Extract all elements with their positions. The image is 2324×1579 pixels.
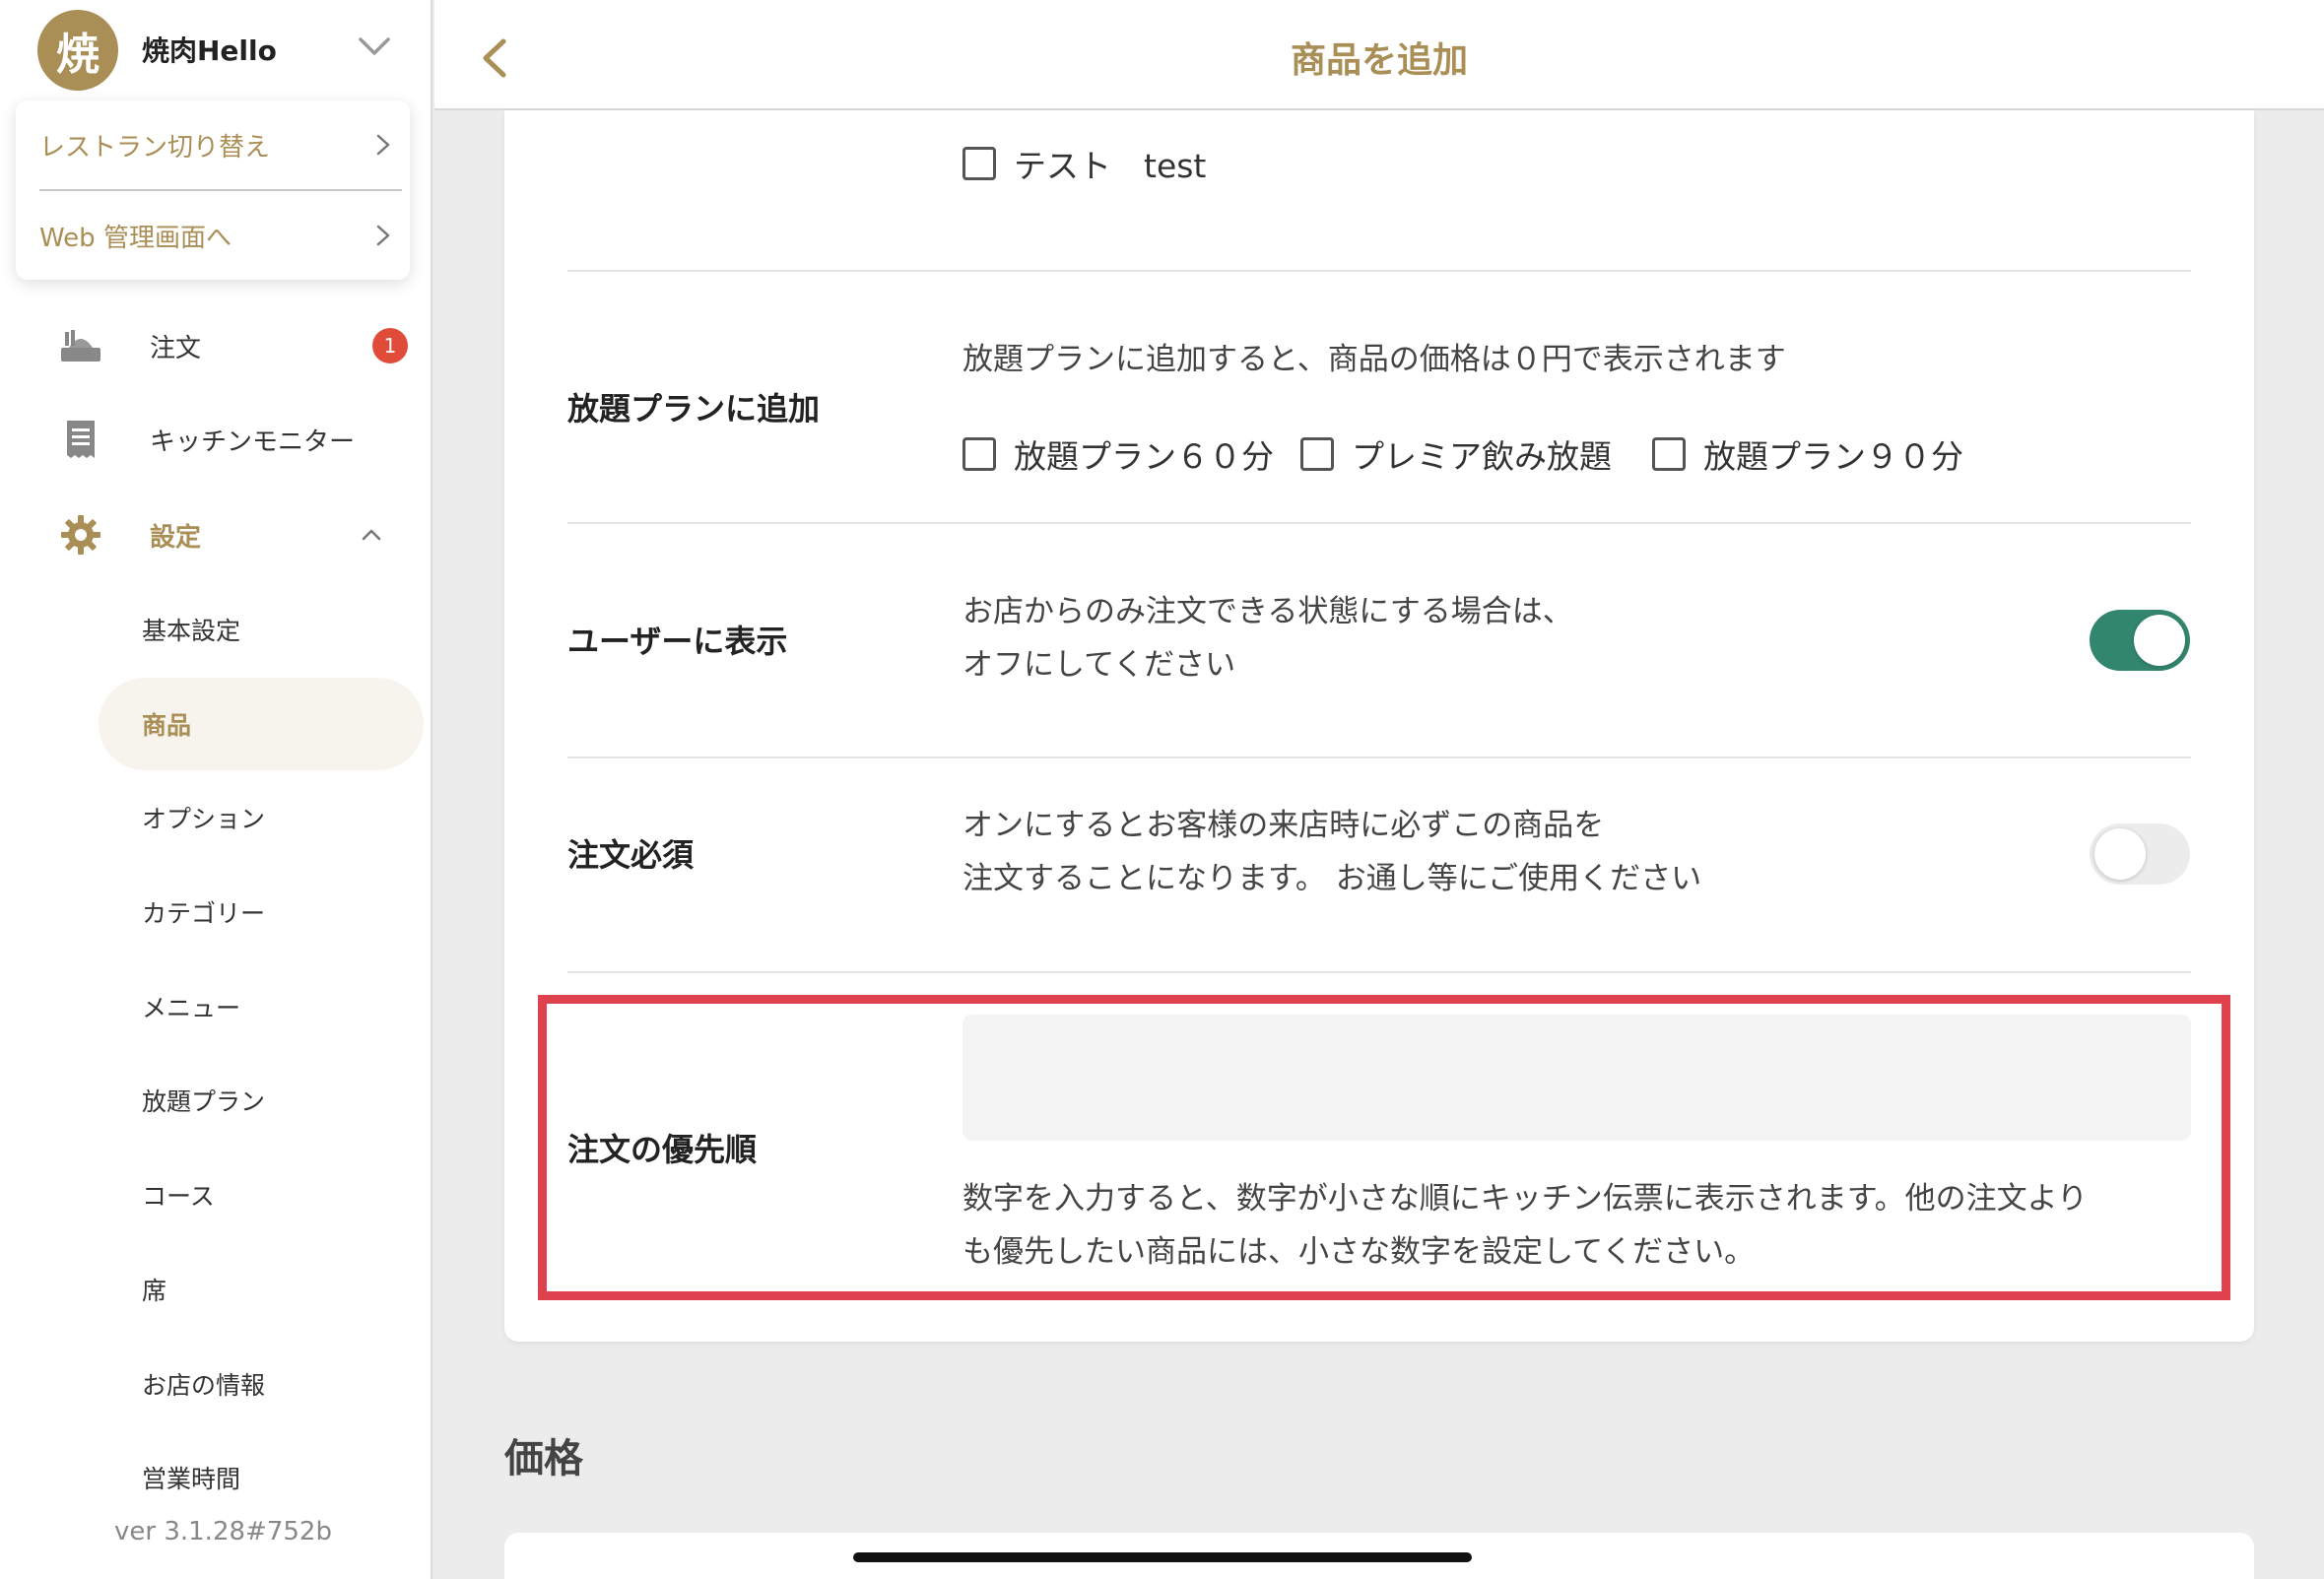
web-admin-item[interactable]: Web 管理画面へ [39,191,402,280]
required-description-line2: 注文することになります。 お通し等にご使用ください [963,861,1702,896]
plan-description: 放題プランに追加すると、商品の価格は０円で表示されます [963,342,1786,377]
chevron-right-icon [376,134,390,156]
priority-help-line2: も優先したい商品には、小さな数字を設定してください。 [963,1234,1756,1270]
priority-input[interactable] [963,1015,2191,1141]
row-divider [567,757,2191,758]
visible-description-line2: オフにしてください [963,647,1236,683]
settings-item-options[interactable]: オプション [99,771,424,864]
chevron-up-icon [362,529,381,541]
plan-90-checkbox[interactable]: 放題プラン９０分 [1652,430,1963,478]
visible-toggle[interactable] [2090,610,2190,671]
nav-orders-label: 注文 [150,333,202,363]
settings-item-courses[interactable]: コース [99,1149,424,1241]
restaurant-name: 焼肉Hello [142,34,277,67]
row-divider [567,522,2191,524]
test-checkbox[interactable]: テスト test [963,140,1206,187]
nav-item-settings[interactable]: 設定 [59,500,414,569]
checkbox-box[interactable] [963,437,996,471]
home-indicator[interactable] [853,1552,1472,1562]
chevron-down-icon[interactable] [357,32,392,61]
premium-drink-checkbox[interactable]: プレミア飲み放題 [1300,430,1612,478]
plan-90-label: 放題プラン９０分 [1703,437,1963,476]
nav-item-orders[interactable]: 注文 1 [59,311,414,380]
switch-restaurant-label: レストラン切り替え [39,132,271,163]
checkbox-box[interactable] [963,147,996,180]
top-bar: 商品を追加 [434,0,2324,110]
chevron-right-icon [376,225,390,246]
nav-kitchen-label: キッチンモニター [150,427,356,457]
settings-item-seats[interactable]: 席 [99,1243,424,1336]
toggle-knob [2134,615,2185,666]
settings-item-basic[interactable]: 基本設定 [99,583,424,676]
toggle-knob [2094,828,2146,880]
receipt-icon [59,418,102,461]
restaurant-logo: 焼 [37,10,118,91]
row-divider [567,270,2191,272]
nav-item-kitchen-monitor[interactable]: キッチンモニター [59,405,414,474]
gear-icon [59,513,102,557]
plan-60-label: 放題プラン６０分 [1014,437,1274,476]
premium-drink-label: プレミア飲み放題 [1352,437,1612,476]
required-row-label: 注文必須 [567,836,695,874]
settings-item-store-info[interactable]: お店の情報 [99,1338,424,1430]
orders-badge: 1 [372,328,408,363]
checkbox-box[interactable] [1652,437,1686,471]
required-description-line1: オンにするとお客様の来店時に必ずこの商品を [963,808,1605,843]
visible-row-label: ユーザーに表示 [567,623,788,660]
settings-item-products[interactable]: 商品 [99,678,424,770]
required-toggle[interactable] [2090,823,2190,885]
visible-description-line1: お店からのみ注文できる状態にする場合は、 [963,594,1573,629]
checkbox-box[interactable] [1300,437,1334,471]
row-divider [567,971,2191,973]
nav-settings-label: 設定 [150,522,202,553]
restaurant-switcher[interactable]: 焼 焼肉Hello [0,0,432,108]
product-form-card: テスト test 放題プランに追加 放題プランに追加すると、商品の価格は０円で表… [504,110,2254,1342]
settings-item-hours[interactable]: 営業時間 [99,1431,424,1524]
app-version: ver 3.1.28#752b [114,1517,332,1546]
switch-restaurant-item[interactable]: レストラン切り替え [39,100,402,189]
settings-item-menu[interactable]: メニュー [99,960,424,1053]
plan-60-checkbox[interactable]: 放題プラン６０分 [963,430,1274,478]
test-checkbox-label: テスト test [1014,147,1207,185]
sidebar: 焼 焼肉Hello レストラン切り替え Web 管理画面へ 注文 1 キッチンモ… [0,0,432,1579]
plan-row-label: 放題プランに追加 [567,390,821,428]
priority-row-label: 注文の優先順 [567,1131,758,1168]
order-tray-icon [59,324,102,367]
priority-help-line1: 数字を入力すると、数字が小さな順にキッチン伝票に表示されます。他の注文より [963,1181,2089,1217]
web-admin-label: Web 管理画面へ [39,223,232,253]
settings-item-categories[interactable]: カテゴリー [99,866,424,958]
page-title: 商品を追加 [1290,40,1468,81]
settings-item-plans[interactable]: 放題プラン [99,1054,424,1147]
restaurant-dropdown: レストラン切り替え Web 管理画面へ [16,100,410,280]
price-section-heading: 価格 [504,1436,583,1481]
